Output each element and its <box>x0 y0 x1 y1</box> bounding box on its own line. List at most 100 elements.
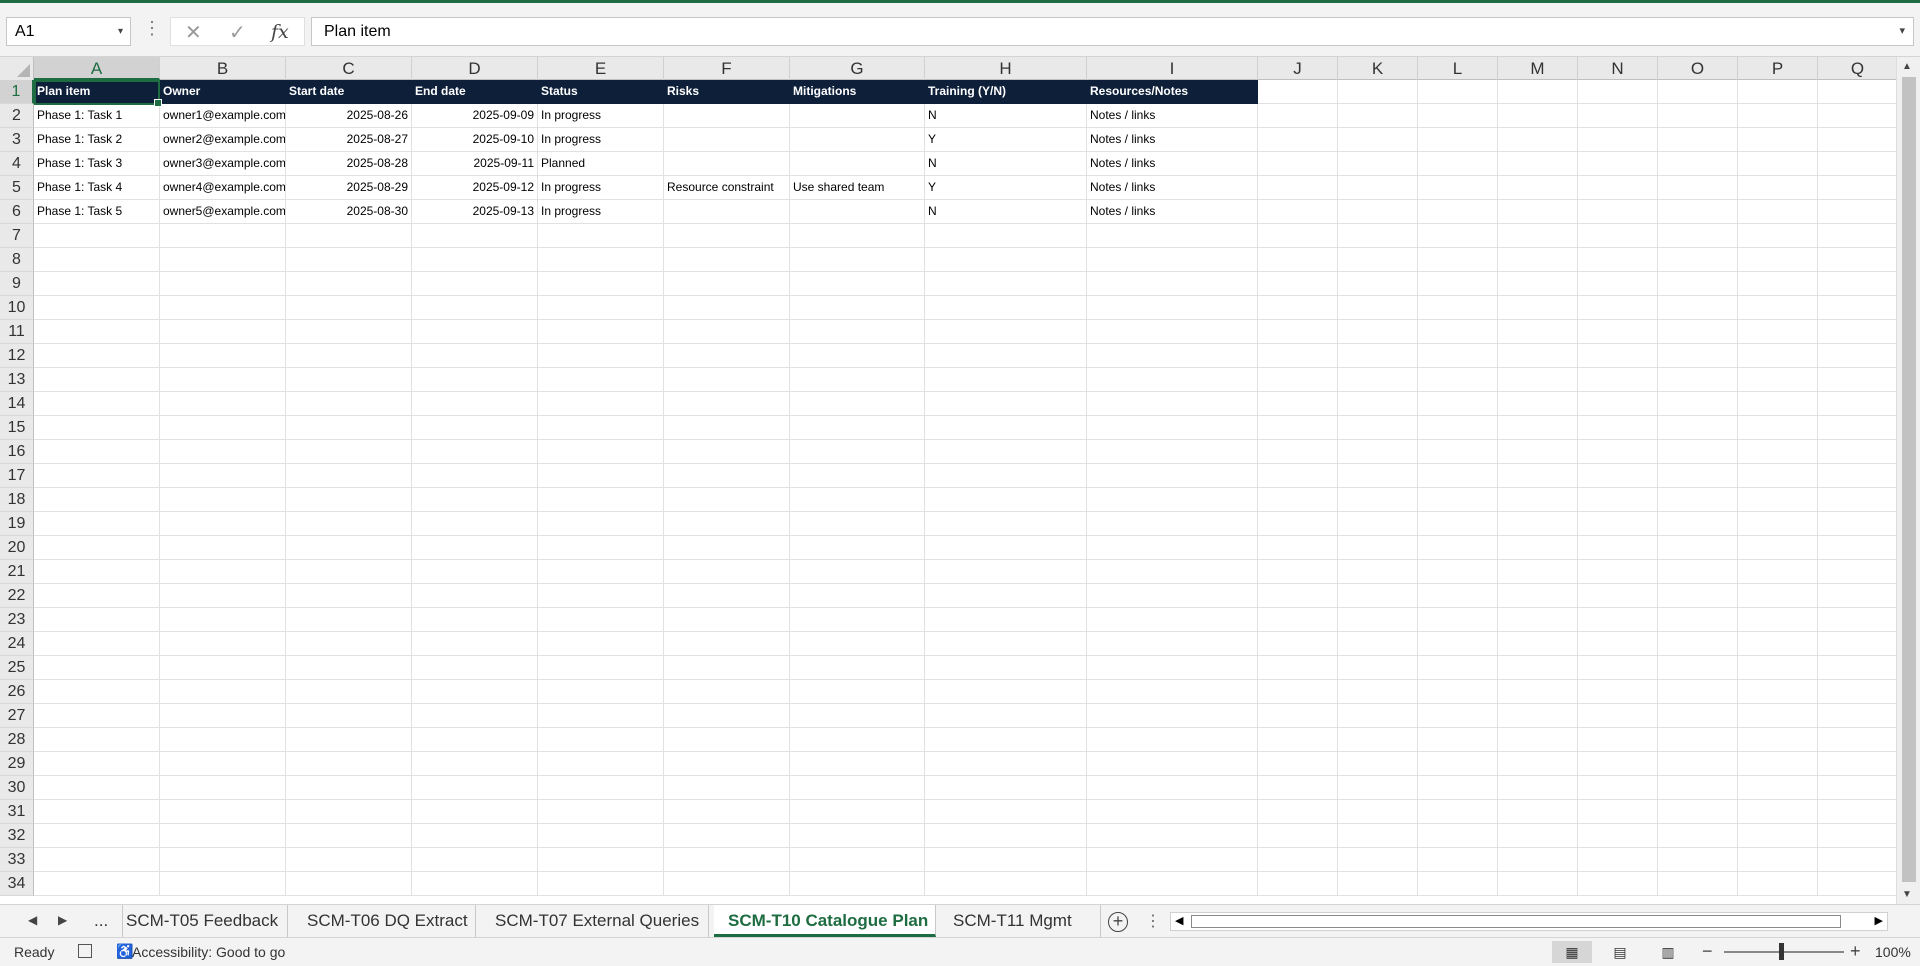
cell-k31[interactable] <box>1338 800 1418 824</box>
cell-g25[interactable] <box>790 656 925 680</box>
cell-g8[interactable] <box>790 248 925 272</box>
cell-c14[interactable] <box>286 392 412 416</box>
cell-k9[interactable] <box>1338 272 1418 296</box>
cell-e13[interactable] <box>538 368 664 392</box>
row-header-34[interactable]: 34 <box>0 872 34 896</box>
row-header-5[interactable]: 5 <box>0 176 34 200</box>
cell-p20[interactable] <box>1738 536 1818 560</box>
cell-n34[interactable] <box>1578 872 1658 896</box>
cell-p17[interactable] <box>1738 464 1818 488</box>
cell-c18[interactable] <box>286 488 412 512</box>
cell-q31[interactable] <box>1818 800 1898 824</box>
cell-g22[interactable] <box>790 584 925 608</box>
cell-d8[interactable] <box>412 248 538 272</box>
cell-b11[interactable] <box>160 320 286 344</box>
cell-q3[interactable] <box>1818 128 1898 152</box>
row-header-21[interactable]: 21 <box>0 560 34 584</box>
cell-m34[interactable] <box>1498 872 1578 896</box>
cell-e8[interactable] <box>538 248 664 272</box>
cell-a33[interactable] <box>34 848 160 872</box>
sheet-tab-scm-t07-external-queries[interactable]: SCM-T07 External Queries <box>481 905 709 937</box>
cell-m7[interactable] <box>1498 224 1578 248</box>
cell-m9[interactable] <box>1498 272 1578 296</box>
row-header-10[interactable]: 10 <box>0 296 34 320</box>
cell-m29[interactable] <box>1498 752 1578 776</box>
cell-d2[interactable]: 2025-09-09 <box>412 104 538 128</box>
cell-e24[interactable] <box>538 632 664 656</box>
cell-p31[interactable] <box>1738 800 1818 824</box>
cell-c10[interactable] <box>286 296 412 320</box>
cell-i32[interactable] <box>1087 824 1258 848</box>
cell-m1[interactable] <box>1498 80 1578 104</box>
cell-a23[interactable] <box>34 608 160 632</box>
cell-f12[interactable] <box>664 344 790 368</box>
cell-i34[interactable] <box>1087 872 1258 896</box>
cell-e29[interactable] <box>538 752 664 776</box>
cell-q23[interactable] <box>1818 608 1898 632</box>
cell-n27[interactable] <box>1578 704 1658 728</box>
cell-i18[interactable] <box>1087 488 1258 512</box>
cell-b13[interactable] <box>160 368 286 392</box>
cell-g30[interactable] <box>790 776 925 800</box>
row-header-15[interactable]: 15 <box>0 416 34 440</box>
row-header-2[interactable]: 2 <box>0 104 34 128</box>
cell-c30[interactable] <box>286 776 412 800</box>
cell-c12[interactable] <box>286 344 412 368</box>
cell-k24[interactable] <box>1338 632 1418 656</box>
cell-n26[interactable] <box>1578 680 1658 704</box>
cell-c21[interactable] <box>286 560 412 584</box>
cell-a5[interactable]: Phase 1: Task 4 <box>34 176 160 200</box>
cell-d18[interactable] <box>412 488 538 512</box>
cell-k11[interactable] <box>1338 320 1418 344</box>
cell-p3[interactable] <box>1738 128 1818 152</box>
cell-e9[interactable] <box>538 272 664 296</box>
cell-d26[interactable] <box>412 680 538 704</box>
cell-h20[interactable] <box>925 536 1087 560</box>
cell-d5[interactable]: 2025-09-12 <box>412 176 538 200</box>
cell-a4[interactable]: Phase 1: Task 3 <box>34 152 160 176</box>
cell-j12[interactable] <box>1258 344 1338 368</box>
cell-p18[interactable] <box>1738 488 1818 512</box>
cell-p34[interactable] <box>1738 872 1818 896</box>
cell-k25[interactable] <box>1338 656 1418 680</box>
cell-c34[interactable] <box>286 872 412 896</box>
cell-l22[interactable] <box>1418 584 1498 608</box>
cell-g12[interactable] <box>790 344 925 368</box>
expand-formula-icon[interactable]: ▾ <box>1899 18 1905 45</box>
cell-h4[interactable]: N <box>925 152 1087 176</box>
cell-c2[interactable]: 2025-08-26 <box>286 104 412 128</box>
cell-f6[interactable] <box>664 200 790 224</box>
row-header-20[interactable]: 20 <box>0 536 34 560</box>
scroll-down-icon[interactable]: ▼ <box>1902 889 1912 900</box>
column-header-j[interactable]: J <box>1258 57 1338 80</box>
cell-q12[interactable] <box>1818 344 1898 368</box>
cell-q14[interactable] <box>1818 392 1898 416</box>
row-header-25[interactable]: 25 <box>0 656 34 680</box>
cell-c31[interactable] <box>286 800 412 824</box>
cell-a28[interactable] <box>34 728 160 752</box>
cell-q6[interactable] <box>1818 200 1898 224</box>
cell-f9[interactable] <box>664 272 790 296</box>
cell-o15[interactable] <box>1658 416 1738 440</box>
column-header-k[interactable]: K <box>1338 57 1418 80</box>
cell-n22[interactable] <box>1578 584 1658 608</box>
cell-h10[interactable] <box>925 296 1087 320</box>
cell-j26[interactable] <box>1258 680 1338 704</box>
cell-p5[interactable] <box>1738 176 1818 200</box>
cell-a29[interactable] <box>34 752 160 776</box>
cell-e23[interactable] <box>538 608 664 632</box>
cell-j17[interactable] <box>1258 464 1338 488</box>
cell-d25[interactable] <box>412 656 538 680</box>
cell-e33[interactable] <box>538 848 664 872</box>
cell-f23[interactable] <box>664 608 790 632</box>
cell-f24[interactable] <box>664 632 790 656</box>
cell-e7[interactable] <box>538 224 664 248</box>
cell-i22[interactable] <box>1087 584 1258 608</box>
cell-i23[interactable] <box>1087 608 1258 632</box>
cell-l19[interactable] <box>1418 512 1498 536</box>
cell-n11[interactable] <box>1578 320 1658 344</box>
cell-b22[interactable] <box>160 584 286 608</box>
cell-p12[interactable] <box>1738 344 1818 368</box>
cell-l24[interactable] <box>1418 632 1498 656</box>
cell-e21[interactable] <box>538 560 664 584</box>
